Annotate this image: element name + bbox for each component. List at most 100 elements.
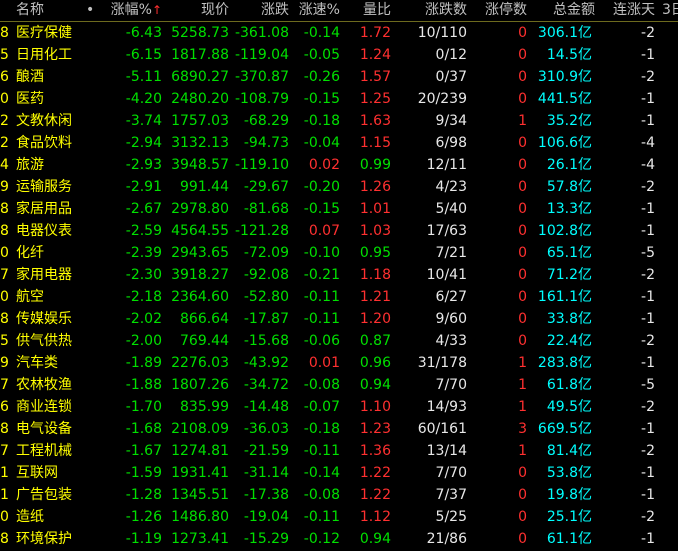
row-index: 7 — [0, 443, 9, 459]
streak-days: -1 — [641, 465, 655, 481]
table-row[interactable]: 7 家用电器 -2.30 3918.27 -92.08 -0.21 1.18 10/41 0 71… — [0, 264, 678, 286]
pct-change: -2.00 — [125, 333, 162, 349]
pct-change: -1.68 — [125, 421, 162, 437]
speed: -0.14 — [303, 25, 340, 41]
header-extra[interactable]: 3日 — [662, 0, 678, 21]
vol-ratio: 1.10 — [359, 399, 391, 415]
amount-value: 13.3 — [546, 201, 578, 217]
sector-name: 医疗保健 — [16, 25, 72, 41]
speed: -0.06 — [303, 333, 340, 349]
limit-up-count: 0 — [518, 157, 527, 173]
pct-change: -1.19 — [125, 531, 162, 547]
table-row[interactable]: 9 汽车类 -1.89 2276.03 -43.92 0.01 0.96 31/178 1 283… — [0, 352, 678, 374]
speed: 0.07 — [308, 223, 340, 239]
header-pct[interactable]: 涨幅%↑ — [100, 0, 162, 21]
updown-count: 6/98 — [435, 135, 467, 151]
header-name[interactable]: 名称 — [16, 0, 66, 21]
header-price[interactable]: 现价 — [165, 0, 229, 21]
table-row[interactable]: 7 工程机械 -1.67 1274.81 -21.59 -0.11 1.36 13/14 1 81… — [0, 440, 678, 462]
sector-name: 农林牧渔 — [16, 377, 72, 393]
updown-count: 31/178 — [417, 355, 467, 371]
table-row[interactable]: 7 农林牧渔 -1.88 1807.26 -34.72 -0.08 0.94 7/70 1 61.… — [0, 374, 678, 396]
price: 2480.20 — [171, 91, 229, 107]
table-row[interactable]: 8 电器仪表 -2.59 4564.55 -121.28 0.07 1.03 17/63 0 10… — [0, 220, 678, 242]
limit-up-count: 0 — [518, 47, 527, 63]
table-row[interactable]: 6 商业连锁 -1.70 835.99 -14.48 -0.07 1.10 14/93 1 49.… — [0, 396, 678, 418]
vol-ratio: 1.72 — [359, 25, 391, 41]
header-amount[interactable]: 总金额 — [535, 0, 595, 21]
speed: -0.18 — [303, 113, 340, 129]
price: 2978.80 — [171, 201, 229, 217]
amount-value: 53.8 — [546, 465, 578, 481]
table-row[interactable]: 8 环境保护 -1.19 1273.41 -15.29 -0.12 0.94 21/86 0 61… — [0, 528, 678, 550]
price: 1817.88 — [171, 47, 229, 63]
limit-up-count: 0 — [518, 135, 527, 151]
table-row[interactable]: 1 互联网 -1.59 1931.41 -31.14 -0.14 1.22 7/70 0 53.8… — [0, 462, 678, 484]
updown-count: 5/25 — [435, 509, 467, 525]
updown-count: 60/161 — [417, 421, 467, 437]
table-row[interactable]: 0 化纤 -2.39 2943.65 -72.09 -0.10 0.95 7/21 0 65.1 亿… — [0, 242, 678, 264]
sector-name: 造纸 — [16, 509, 44, 525]
limit-up-count: 0 — [518, 91, 527, 107]
updown-count: 4/23 — [435, 179, 467, 195]
row-index: 7 — [0, 267, 9, 283]
limit-up-count: 0 — [518, 487, 527, 503]
price: 2364.60 — [171, 289, 229, 305]
table-row[interactable]: 5 日用化工 -6.15 1817.88 -119.04 -0.05 1.24 0/12 0 14… — [0, 44, 678, 66]
table-row[interactable]: 5 供气供热 -2.00 769.44 -15.68 -0.06 0.87 4/33 0 22.4… — [0, 330, 678, 352]
table-row[interactable]: 8 传媒娱乐 -2.02 866.64 -17.87 -0.11 1.20 9/60 0 33.8… — [0, 308, 678, 330]
pct-change: -1.88 — [125, 377, 162, 393]
price: 6890.27 — [171, 69, 229, 85]
pct-change: -5.11 — [125, 69, 162, 85]
table-row[interactable]: 0 航空 -2.18 2364.60 -52.80 -0.11 1.21 6/27 0 161.1… — [0, 286, 678, 308]
change: -14.48 — [243, 399, 289, 415]
table-row[interactable]: 0 医药 -4.20 2480.20 -108.79 -0.15 1.25 20/239 0 44… — [0, 88, 678, 110]
vol-ratio: 1.26 — [359, 179, 391, 195]
table-row[interactable]: 8 电气设备 -1.68 2108.09 -36.03 -0.18 1.23 60/161 3 6… — [0, 418, 678, 440]
amount-unit: 亿 — [578, 377, 592, 393]
table-row[interactable]: 8 医疗保健 -6.43 5258.73 -361.08 -0.14 1.72 10/110 0… — [0, 22, 678, 44]
amount-value: 65.1 — [546, 245, 578, 261]
table-row[interactable]: 1 广告包装 -1.28 1345.51 -17.38 -0.08 1.22 7/37 0 19.… — [0, 484, 678, 506]
pct-change: -1.89 — [125, 355, 162, 371]
streak-days: -2 — [641, 443, 655, 459]
price: 5258.73 — [171, 25, 229, 41]
vol-ratio: 1.23 — [359, 421, 391, 437]
table-row[interactable]: 6 酿酒 -5.11 6890.27 -370.87 -0.26 1.57 0/37 0 310.… — [0, 66, 678, 88]
row-index: 2 — [0, 113, 9, 129]
table-row[interactable]: 4 旅游 -2.93 3948.57 -119.10 0.02 0.99 12/11 0 26.1… — [0, 154, 678, 176]
limit-up-count: 0 — [518, 223, 527, 239]
sector-name: 运输服务 — [16, 179, 72, 195]
table-row[interactable]: 0 造纸 -1.26 1486.80 -19.04 -0.11 1.12 5/25 0 25.1 亿… — [0, 506, 678, 528]
header-vol-ratio[interactable]: 量比 — [345, 0, 391, 21]
amount-unit: 亿 — [578, 399, 592, 415]
change: -34.72 — [243, 377, 289, 393]
table-row[interactable]: 8 家居用品 -2.67 2978.80 -81.68 -0.15 1.01 5/40 0 13.… — [0, 198, 678, 220]
limit-up-count: 0 — [518, 201, 527, 217]
streak-days: -2 — [641, 69, 655, 85]
vol-ratio: 1.01 — [359, 201, 391, 217]
limit-up-count: 0 — [518, 245, 527, 261]
table-row[interactable]: 2 文教休闲 -3.74 1757.03 -68.29 -0.18 1.63 9/34 1 35.… — [0, 110, 678, 132]
header-change[interactable]: 涨跌 — [230, 0, 289, 21]
updown-count: 0/37 — [435, 69, 467, 85]
header-streak[interactable]: 连涨天 — [605, 0, 655, 21]
sector-name: 文教休闲 — [16, 113, 72, 129]
row-index: 8 — [0, 25, 9, 41]
row-index: 8 — [0, 531, 9, 547]
header-updown[interactable]: 涨跌数 — [400, 0, 467, 21]
updown-count: 7/70 — [435, 465, 467, 481]
updown-count: 21/86 — [426, 531, 467, 547]
change: -52.80 — [243, 289, 289, 305]
streak-days: -2 — [641, 179, 655, 195]
pct-change: -2.91 — [125, 179, 162, 195]
speed: -0.11 — [303, 509, 340, 525]
header-limit[interactable]: 涨停数 — [472, 0, 527, 21]
table-row[interactable]: 9 运输服务 -2.91 991.44 -29.67 -0.20 1.26 4/23 0 57.8… — [0, 176, 678, 198]
table-row[interactable]: 2 食品饮料 -2.94 3132.13 -94.73 -0.04 1.15 6/98 0 106… — [0, 132, 678, 154]
vol-ratio: 1.22 — [359, 487, 391, 503]
vol-ratio: 1.63 — [359, 113, 391, 129]
header-speed[interactable]: 涨速% — [290, 0, 340, 21]
updown-count: 0/12 — [435, 47, 467, 63]
change: -31.14 — [243, 465, 289, 481]
